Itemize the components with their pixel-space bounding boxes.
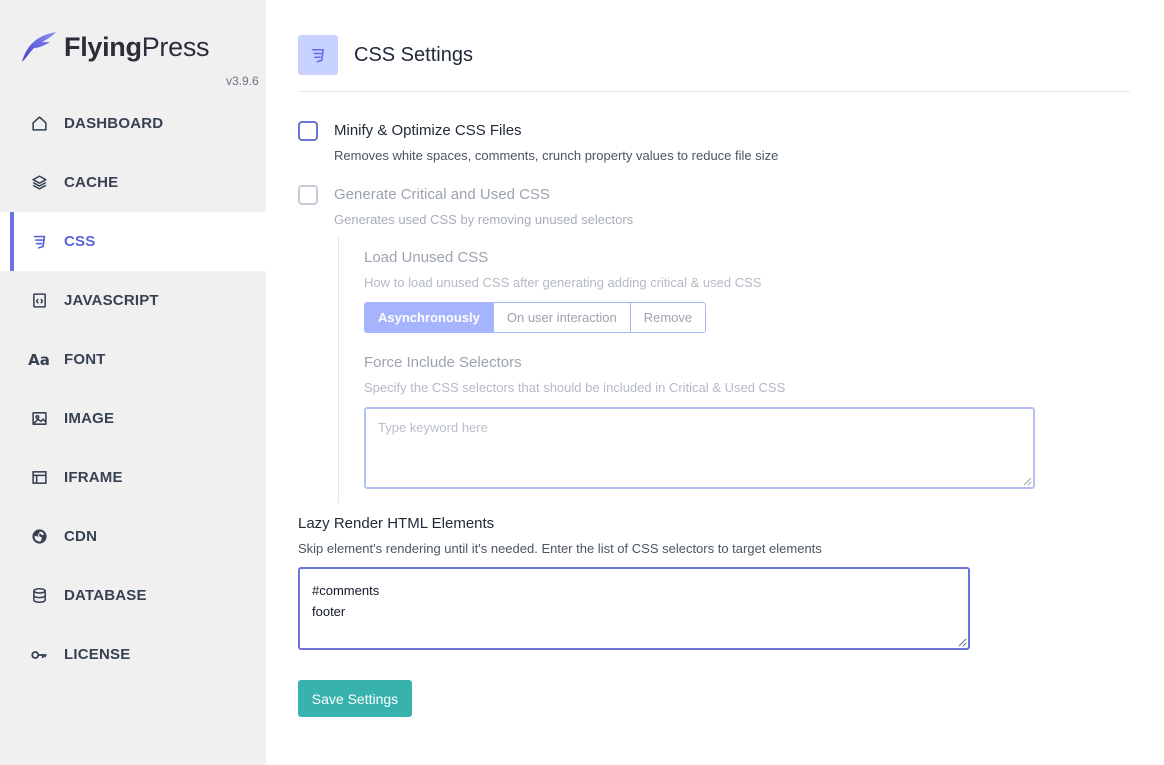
- sidebar-item-font[interactable]: Aa FONT: [0, 330, 266, 389]
- minify-checkbox[interactable]: [298, 121, 318, 141]
- unused-css-title: Load Unused CSS: [364, 249, 489, 266]
- sidebar-item-label: IMAGE: [64, 410, 115, 427]
- sidebar-item-label: CDN: [64, 528, 98, 545]
- header-divider: [298, 91, 1130, 92]
- font-icon: Aa: [28, 350, 50, 369]
- flyingpress-logo-icon: [22, 32, 56, 62]
- sidebar-item-css[interactable]: CSS: [0, 212, 266, 271]
- brand-name: FlyingPress: [64, 31, 210, 62]
- window-icon: [30, 469, 48, 487]
- key-icon: [30, 646, 48, 664]
- logo: FlyingPress: [20, 30, 210, 64]
- critical-css-description: Generates used CSS by removing unused se…: [334, 212, 634, 227]
- sidebar-item-dashboard[interactable]: DASHBOARD: [0, 94, 266, 153]
- force-include-placeholder: Type keyword here: [378, 420, 488, 435]
- lazy-render-textarea[interactable]: #comments footer: [298, 567, 970, 650]
- save-settings-button[interactable]: Save Settings: [298, 680, 412, 717]
- segment-asynchronously[interactable]: Asynchronously: [365, 303, 493, 332]
- home-icon: [30, 115, 48, 133]
- sidebar-item-label: DATABASE: [64, 587, 147, 604]
- critical-css-suboptions: Load Unused CSS How to load unused CSS a…: [338, 237, 1038, 503]
- sidebar-item-license[interactable]: LICENSE: [0, 625, 266, 684]
- sidebar-item-image[interactable]: IMAGE: [0, 389, 266, 448]
- css3-icon: [298, 35, 338, 75]
- sidebar-item-database[interactable]: DATABASE: [0, 566, 266, 625]
- layers-icon: [30, 174, 48, 192]
- css3-icon: [30, 233, 48, 251]
- code-file-icon: [30, 292, 48, 310]
- sidebar-item-label: CSS: [64, 233, 96, 250]
- sidebar-item-iframe[interactable]: IFRAME: [0, 448, 266, 507]
- sidebar-item-label: JAVASCRIPT: [64, 292, 159, 309]
- critical-css-title: Generate Critical and Used CSS: [334, 186, 550, 203]
- sidebar-item-label: CACHE: [64, 174, 119, 191]
- page-title: CSS Settings: [354, 43, 473, 66]
- lazy-render-line: #comments: [312, 583, 380, 598]
- sidebar-item-label: IFRAME: [64, 469, 123, 486]
- sidebar-item-cache[interactable]: CACHE: [0, 153, 266, 212]
- critical-css-checkbox[interactable]: [298, 185, 318, 205]
- force-include-title: Force Include Selectors: [364, 354, 522, 371]
- segment-remove[interactable]: Remove: [629, 303, 706, 332]
- unused-css-segmented-control: Asynchronously On user interaction Remov…: [364, 302, 707, 333]
- force-include-textarea[interactable]: Type keyword here: [364, 407, 1035, 489]
- lazy-render-line: footer: [312, 604, 346, 619]
- force-include-description: Specify the CSS selectors that should be…: [364, 380, 786, 395]
- version-label: v3.9.6: [226, 74, 259, 88]
- globe-icon: [30, 528, 48, 546]
- resize-handle-icon[interactable]: [1023, 477, 1032, 486]
- sidebar-item-javascript[interactable]: JAVASCRIPT: [0, 271, 266, 330]
- unused-css-description: How to load unused CSS after generating …: [364, 275, 762, 290]
- segment-on-user-interaction[interactable]: On user interaction: [492, 303, 630, 332]
- minify-description: Removes white spaces, comments, crunch p…: [334, 148, 779, 163]
- lazy-render-title: Lazy Render HTML Elements: [298, 515, 495, 532]
- database-icon: [30, 587, 48, 605]
- sidebar-item-label: LICENSE: [64, 646, 131, 663]
- sidebar-item-cdn[interactable]: CDN: [0, 507, 266, 566]
- image-icon: [30, 410, 48, 428]
- resize-handle-icon[interactable]: [958, 638, 967, 647]
- sidebar-nav: DASHBOARD CACHE CSS JAVASCRIPT Aa FONT I…: [0, 94, 266, 684]
- minify-title: Minify & Optimize CSS Files: [334, 122, 522, 139]
- sidebar-item-label: FONT: [64, 351, 106, 368]
- sidebar: FlyingPress v3.9.6 DASHBOARD CACHE CSS J: [0, 0, 266, 765]
- sidebar-item-label: DASHBOARD: [64, 115, 164, 132]
- lazy-render-description: Skip element's rendering until it's need…: [298, 541, 822, 556]
- page-header: CSS Settings: [298, 35, 473, 75]
